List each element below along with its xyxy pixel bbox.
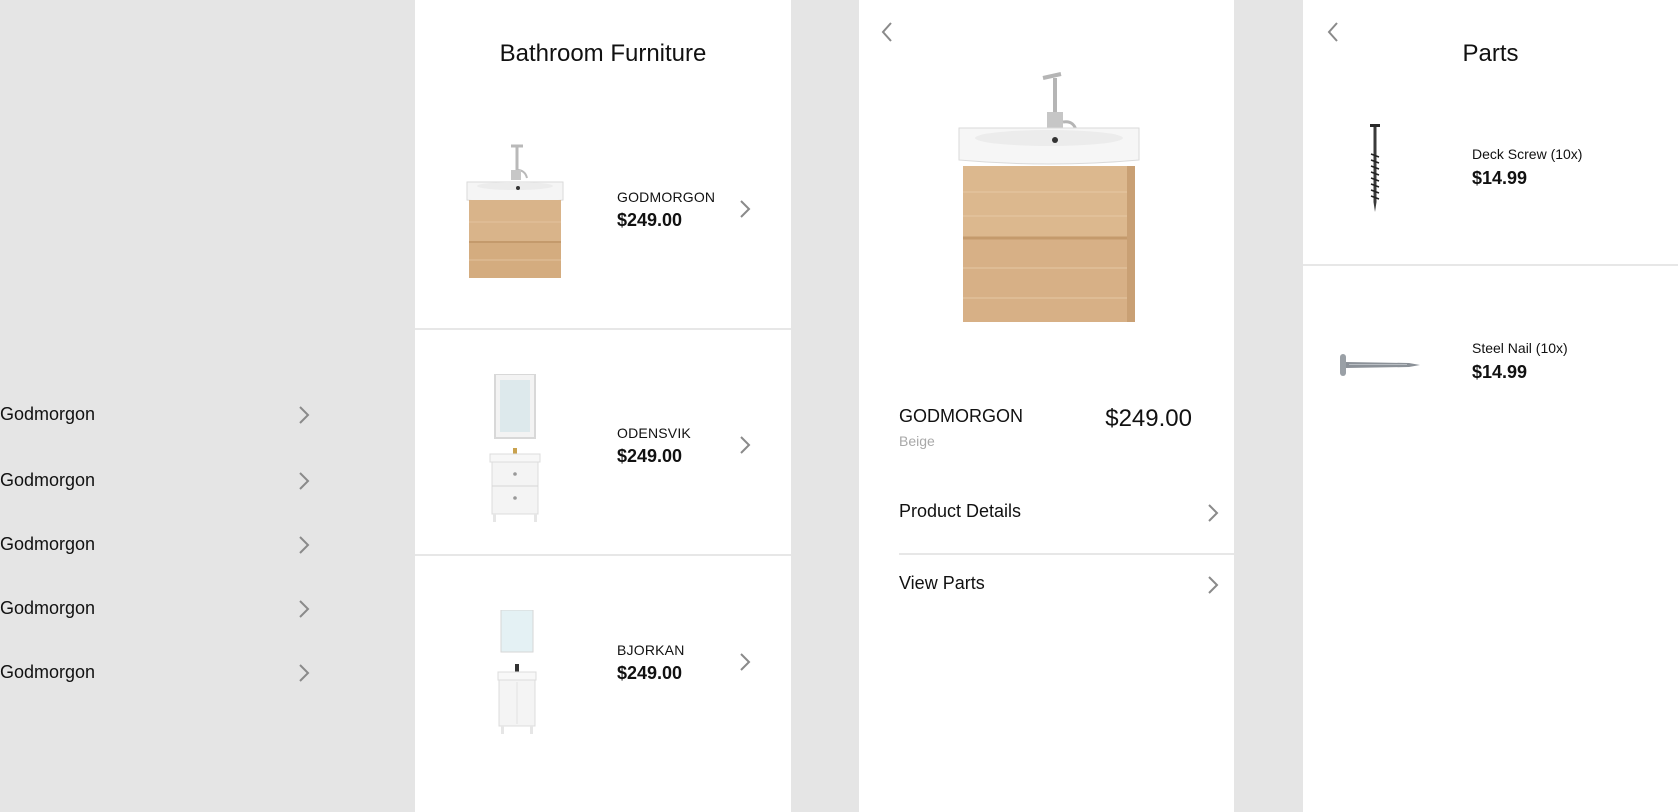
product-list-screen: Bathroom Furniture GODMORGON $249.00 ODE… (415, 0, 791, 812)
sidebar-item-godmorgon-3[interactable]: Godmorgon (0, 530, 320, 560)
sidebar-item-godmorgon-5[interactable]: Godmorgon (0, 658, 320, 688)
chevron-right-icon (294, 663, 314, 683)
chevron-right-icon (294, 405, 314, 425)
sidebar-item-label: Godmorgon (0, 470, 96, 490)
product-name: ODENSVIK (617, 425, 691, 441)
product-details-button[interactable]: Product Details (899, 488, 1234, 538)
chevron-left-icon (881, 22, 892, 42)
menu-label: View Parts (899, 573, 985, 593)
godmorgon-vanity-image (466, 144, 564, 278)
product-name: BJORKAN (617, 642, 685, 658)
chevron-right-icon (735, 435, 755, 455)
back-button[interactable] (875, 20, 899, 44)
chevron-right-icon (294, 471, 314, 491)
chevron-right-icon (1203, 575, 1223, 595)
sidebar-item-godmorgon-1[interactable]: Godmorgon (0, 400, 320, 430)
deck-screw-image (1370, 124, 1380, 212)
sidebar-item-label: Godmorgon (0, 404, 96, 424)
part-row-deck-screw[interactable]: Deck Screw (10x) $14.99 (1303, 100, 1678, 264)
product-row-bjorkan[interactable]: BJORKAN $249.00 (415, 556, 791, 812)
chevron-right-icon (294, 599, 314, 619)
product-name: GODMORGON (617, 189, 716, 205)
divider (899, 553, 1234, 555)
part-name: Steel Nail (10x) (1472, 340, 1568, 356)
part-price: $14.99 (1472, 362, 1528, 382)
odensvik-vanity-image (489, 374, 541, 522)
sidebar-item-label: Godmorgon (0, 598, 96, 618)
chevron-right-icon (1203, 503, 1223, 523)
page-title: Parts (1462, 40, 1519, 67)
product-price: $249.00 (617, 210, 683, 230)
bjorkan-vanity-image (497, 610, 537, 734)
page-title: Bathroom Furniture (499, 40, 707, 67)
chevron-right-icon (735, 199, 755, 219)
product-row-odensvik[interactable]: ODENSVIK $249.00 (415, 330, 791, 554)
chevron-right-icon (294, 535, 314, 555)
sidebar-item-godmorgon-4[interactable]: Godmorgon (0, 594, 320, 624)
part-name: Deck Screw (10x) (1472, 146, 1583, 162)
steel-nail-image (1340, 354, 1420, 376)
product-price: $249.00 (617, 663, 683, 683)
product-color: Beige (899, 433, 935, 449)
chevron-right-icon (735, 652, 755, 672)
part-row-steel-nail[interactable]: Steel Nail (10x) $14.99 (1303, 266, 1678, 430)
product-detail-screen: GODMORGON Beige $249.00 Product Details … (859, 0, 1234, 812)
sidebar-item-label: Godmorgon (0, 662, 96, 682)
product-row-godmorgon[interactable]: GODMORGON $249.00 (415, 100, 791, 328)
sidebar-item-label: Godmorgon (0, 534, 96, 554)
menu-label: Product Details (899, 501, 1022, 521)
product-price: $249.00 (1105, 405, 1192, 432)
product-name: GODMORGON (899, 406, 1023, 426)
parts-screen: Parts Deck Screw (10x) $14.99 Steel Nail… (1303, 0, 1678, 812)
sidebar-item-godmorgon-2[interactable]: Godmorgon (0, 466, 320, 496)
part-price: $14.99 (1472, 168, 1528, 188)
godmorgon-product-image (958, 72, 1140, 322)
view-parts-button[interactable]: View Parts (899, 560, 1234, 610)
product-price: $249.00 (617, 446, 683, 466)
